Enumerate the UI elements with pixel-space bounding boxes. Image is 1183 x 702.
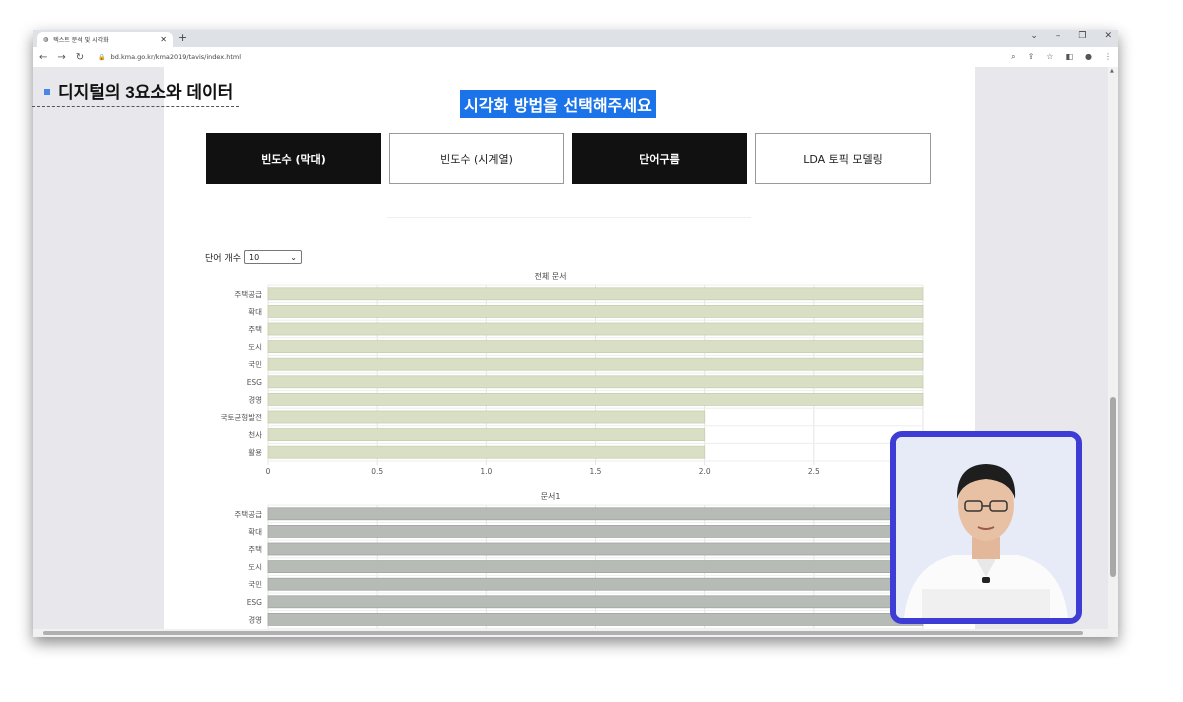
x-tick-label: 1.5 bbox=[590, 467, 602, 476]
category-label: 확대 bbox=[248, 526, 262, 536]
new-tab-button[interactable]: + bbox=[178, 31, 187, 44]
bar bbox=[267, 428, 706, 442]
forward-icon[interactable]: → bbox=[57, 52, 65, 63]
x-tick-label: 1.0 bbox=[480, 467, 492, 476]
zoom-icon[interactable]: ⌕ bbox=[1011, 52, 1015, 62]
category-label: 주택 bbox=[248, 544, 262, 554]
chart-all-documents: 전체 문서주택공급확대주택도시국민 ESG 경영국토균형발전천사활용 0 0.5 1.0 1… bbox=[221, 271, 924, 476]
bar bbox=[267, 340, 924, 353]
bar bbox=[267, 322, 924, 336]
category-label: 주택공급 bbox=[234, 509, 262, 519]
vertical-scrollbar[interactable]: ▲ bbox=[1108, 67, 1118, 637]
address-bar[interactable]: 🔒 bd.kma.go.kr/kma2019/tavis/index.html bbox=[94, 49, 1011, 65]
url-text: bd.kma.go.kr/kma2019/tavis/index.html bbox=[110, 53, 242, 61]
timeseries-frequency-button[interactable]: 빈도수 (시계열) bbox=[389, 133, 564, 184]
bar bbox=[267, 542, 924, 556]
bar-frequency-button[interactable]: 빈도수 (막대) bbox=[206, 133, 381, 184]
lecture-title: 디지털의 3요소와 데이터 bbox=[32, 78, 240, 107]
chevron-down-icon: ⌄ bbox=[290, 252, 297, 262]
bar bbox=[267, 357, 924, 371]
scroll-thumb[interactable] bbox=[1110, 397, 1116, 577]
minimize-icon[interactable]: – bbox=[1056, 31, 1061, 41]
category-label: 주택 bbox=[248, 324, 262, 334]
chart-title: 문서1 bbox=[541, 492, 561, 501]
page-heading: 시각화 방법을 선택해주세요 bbox=[460, 90, 656, 118]
window-controls: ⌄ – ❐ ✕ bbox=[1030, 31, 1112, 41]
horizontal-scrollbar[interactable] bbox=[33, 629, 1108, 637]
close-tab-icon[interactable]: ✕ bbox=[160, 35, 167, 44]
bar bbox=[267, 445, 706, 459]
category-label: ESG bbox=[247, 598, 262, 607]
word-count-value: 10 bbox=[248, 252, 260, 262]
category-label: 국민 bbox=[248, 359, 262, 369]
sidepanel-icon[interactable]: ◧ bbox=[1065, 52, 1073, 62]
category-label: 경영 bbox=[248, 614, 262, 624]
x-tick-label: 2.0 bbox=[699, 467, 711, 476]
category-label: 국민 bbox=[248, 579, 262, 589]
presenter-webcam bbox=[890, 431, 1082, 624]
category-label: 확대 bbox=[248, 306, 262, 316]
word-count-select[interactable]: 10 ⌄ bbox=[243, 250, 302, 264]
category-label: ESG bbox=[247, 378, 262, 387]
word-count-row: 단어 개수 10 ⌄ bbox=[205, 250, 302, 264]
lda-topic-button[interactable]: LDA 토픽 모델링 bbox=[755, 133, 931, 184]
bar bbox=[267, 613, 924, 626]
globe-icon: ◍ bbox=[43, 36, 49, 43]
presenter-image bbox=[896, 437, 1076, 618]
bar bbox=[267, 393, 924, 406]
word-count-label: 단어 개수 bbox=[205, 253, 241, 264]
back-icon[interactable]: ← bbox=[39, 52, 47, 63]
share-icon[interactable]: ⇪ bbox=[1028, 52, 1035, 62]
category-label: 주택공급 bbox=[234, 289, 262, 299]
tab-bar: ◍ 텍스트 분석 및 시각화 ✕ + ⌄ – ❐ ✕ bbox=[33, 30, 1118, 47]
bar bbox=[267, 305, 924, 318]
lock-icon: 🔒 bbox=[98, 53, 106, 61]
restore-icon[interactable]: ❐ bbox=[1078, 31, 1086, 41]
page-content: 시각화 방법을 선택해주세요 빈도수 (막대) 빈도수 (시계열) 단어구름 L… bbox=[164, 67, 975, 637]
category-label: 경영 bbox=[248, 394, 262, 404]
menu-icon[interactable]: ⋮ bbox=[1104, 52, 1112, 62]
toolbar-actions: ⌕ ⇪ ☆ ◧ ● ⋮ bbox=[1011, 52, 1112, 62]
bar bbox=[267, 507, 924, 521]
category-label: 천사 bbox=[248, 430, 262, 440]
profile-icon[interactable]: ● bbox=[1085, 52, 1092, 62]
bar bbox=[267, 560, 924, 573]
category-label: 도시 bbox=[248, 563, 262, 572]
browser-toolbar: ← → ↻ 🔒 bd.kma.go.kr/kma2019/tavis/index… bbox=[33, 47, 1118, 67]
screen: ◍ 텍스트 분석 및 시각화 ✕ + ⌄ – ❐ ✕ ← → ↻ 🔒 bd.km… bbox=[0, 0, 1183, 702]
hscroll-thumb[interactable] bbox=[43, 631, 1083, 635]
chart-title: 전체 문서 bbox=[535, 271, 567, 281]
x-tick-label: 0 bbox=[266, 467, 271, 476]
browser-tab[interactable]: ◍ 텍스트 분석 및 시각화 ✕ bbox=[37, 32, 173, 47]
star-icon[interactable]: ☆ bbox=[1046, 52, 1053, 62]
wordcloud-button[interactable]: 단어구름 bbox=[572, 133, 747, 184]
reload-icon[interactable]: ↻ bbox=[76, 52, 84, 63]
x-tick-label: 2.5 bbox=[808, 467, 820, 476]
category-label: 국토균형발전 bbox=[221, 412, 262, 422]
close-window-icon[interactable]: ✕ bbox=[1104, 31, 1112, 41]
section-divider bbox=[387, 217, 751, 218]
bar bbox=[267, 410, 706, 424]
category-label: 활용 bbox=[248, 447, 262, 457]
bullet-icon bbox=[44, 89, 50, 96]
tab-title: 텍스트 분석 및 시각화 bbox=[53, 37, 109, 44]
category-label: 도시 bbox=[248, 343, 262, 352]
chevron-down-icon[interactable]: ⌄ bbox=[1030, 31, 1038, 41]
chart-document1: 문서1 주택공급확대주택도시국민 ESG 경영 bbox=[234, 492, 924, 633]
bar bbox=[267, 287, 924, 301]
bar bbox=[267, 595, 924, 609]
bar bbox=[267, 525, 924, 538]
scroll-up-icon[interactable]: ▲ bbox=[1110, 68, 1114, 74]
bar bbox=[267, 375, 924, 389]
x-tick-label: 0.5 bbox=[371, 467, 383, 476]
bar bbox=[267, 577, 924, 591]
lecture-title-text: 디지털의 3요소와 데이터 bbox=[58, 83, 234, 102]
